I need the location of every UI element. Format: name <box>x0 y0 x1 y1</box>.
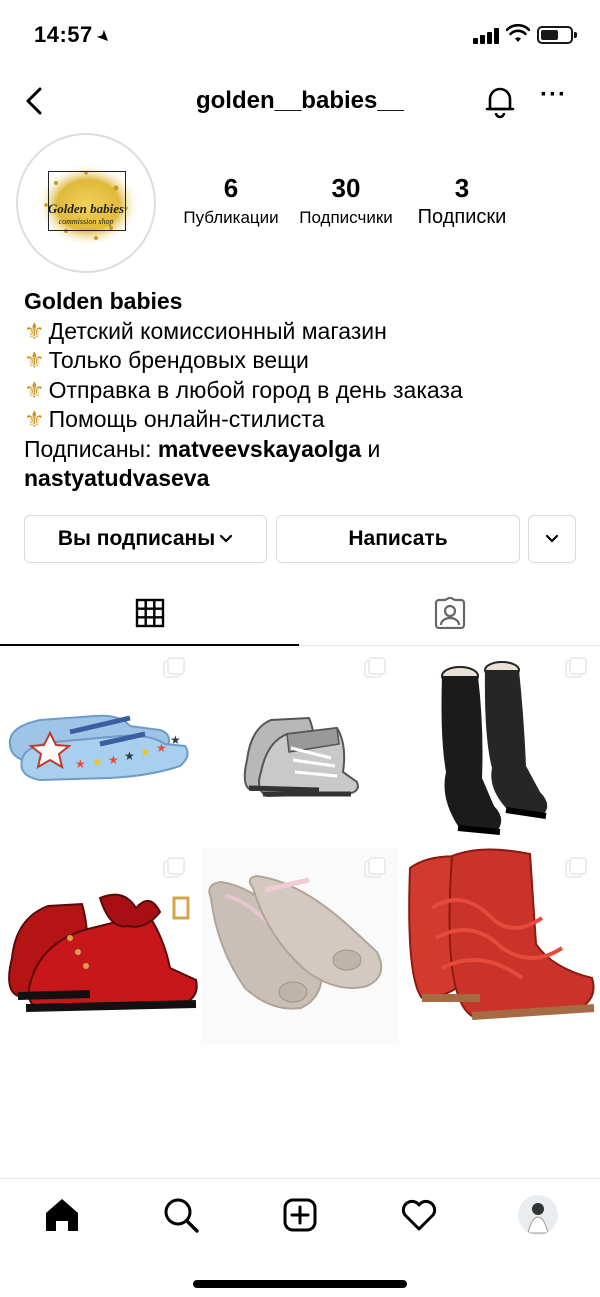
followed-by-and: и <box>361 435 381 462</box>
post-thumbnail[interactable] <box>201 648 399 844</box>
post-thumbnail[interactable] <box>402 648 600 844</box>
followed-by-prefix: Подписаны: <box>24 435 158 462</box>
stat-posts[interactable]: 6 Публикации <box>176 173 286 228</box>
chevron-down-icon <box>220 535 233 544</box>
stat-posts-value: 6 <box>223 173 239 203</box>
heart-icon[interactable] <box>397 1193 441 1237</box>
tagged-person-icon <box>434 597 466 629</box>
profile-stats: 6 Публикации 30 Подписчики 3 Подписки <box>170 173 530 243</box>
cellular-signal-icon <box>473 28 501 44</box>
post-thumbnail[interactable] <box>201 848 399 1044</box>
user-avatar-icon <box>527 1203 549 1234</box>
svg-text:★: ★ <box>170 733 181 747</box>
logo-subtitle: commission shop <box>58 217 114 226</box>
bottom-navigation <box>0 1178 600 1297</box>
fleur-de-lis-icon: ⚜ <box>24 317 45 344</box>
stat-following[interactable]: 3 Подписки <box>406 173 518 229</box>
svg-text:★: ★ <box>92 755 103 769</box>
bio-line: ⚜ Детский комиссионный магазин <box>24 317 584 347</box>
message-button-label: Написать <box>348 527 448 550</box>
post-thumbnail[interactable] <box>0 848 198 1044</box>
stat-followers[interactable]: 30 Подписчики <box>290 173 402 228</box>
status-time-text: 14:57 <box>34 22 93 47</box>
fleur-de-lis-icon: ⚜ <box>24 376 45 403</box>
followed-by-user-link[interactable]: matveevskayaolga <box>158 436 361 462</box>
chevron-down-icon <box>545 535 559 544</box>
bio-line-text: Только брендовых вещи <box>48 347 309 373</box>
profile-tabs <box>0 590 600 646</box>
fleur-de-lis-icon: ⚜ <box>24 347 45 373</box>
multiple-photos-icon <box>364 657 386 678</box>
stat-followers-value: 30 <box>331 173 361 203</box>
following-button-label: Вы подписаны <box>57 527 216 550</box>
profile-display-name: Golden babies <box>24 288 183 314</box>
home-indicator <box>193 1280 407 1288</box>
avatar-image: Golden babies commission shop <box>26 143 146 263</box>
new-post-icon[interactable] <box>278 1193 322 1237</box>
stat-posts-label: Публикации <box>183 208 279 227</box>
stat-following-label: Подписки <box>417 206 507 228</box>
multiple-photos-icon <box>163 857 185 878</box>
svg-text:★: ★ <box>124 749 135 763</box>
bio-line: ⚜ Только брендовых вещи <box>24 346 584 376</box>
post-thumbnail[interactable] <box>402 848 600 1044</box>
message-button[interactable]: Написать <box>276 515 520 563</box>
multiple-photos-icon <box>163 657 185 678</box>
followed-by-user-link[interactable]: nastyatudvaseva <box>24 465 209 491</box>
multiple-photos-icon <box>565 857 587 878</box>
stat-followers-label: Подписчики <box>299 208 393 227</box>
battery-icon <box>537 26 577 44</box>
post-thumbnail[interactable]: ★ ★ ★ ★ ★ ★ ★ <box>0 648 198 844</box>
suggested-accounts-button[interactable] <box>528 515 576 563</box>
profile-bio: Golden babies ⚜ Детский комиссионный мага… <box>24 287 584 494</box>
logo-name: Golden babies <box>47 201 125 216</box>
more-options-button[interactable]: ··· <box>540 83 568 113</box>
fleur-de-lis-icon: ⚜ <box>24 406 45 432</box>
status-bar: 14:57➤ <box>0 0 600 70</box>
svg-text:★: ★ <box>140 745 151 759</box>
svg-text:★: ★ <box>108 753 119 767</box>
multiple-photos-icon <box>364 857 386 878</box>
following-button[interactable]: Вы подписаны <box>24 515 267 563</box>
bio-line-text: Детский комиссионный магазин <box>48 317 387 344</box>
status-time: 14:57➤ <box>34 22 114 48</box>
bio-line-text: Помощь онлайн-стилиста <box>48 406 325 432</box>
posts-grid: ★ ★ ★ ★ ★ ★ ★ <box>0 648 600 1044</box>
home-icon[interactable] <box>40 1193 84 1237</box>
svg-text:★: ★ <box>75 757 86 771</box>
battery-level <box>541 30 558 40</box>
profile-avatar[interactable]: Golden babies commission shop <box>16 133 156 273</box>
stat-following-value: 3 <box>454 173 470 203</box>
bio-line: ⚜ Помощь онлайн-стилиста <box>24 405 584 435</box>
bio-line-text: Отправка в любой город в день заказа <box>48 376 463 403</box>
profile-header: golden__babies__ ··· <box>0 75 600 127</box>
search-icon[interactable] <box>159 1193 203 1237</box>
tab-tagged[interactable] <box>300 590 600 646</box>
multiple-photos-icon <box>565 657 587 678</box>
svg-text:★: ★ <box>156 741 167 755</box>
grid-icon <box>135 598 165 628</box>
wifi-icon <box>506 24 530 42</box>
tab-posts-grid[interactable] <box>0 590 299 646</box>
bio-line: ⚜ Отправка в любой город в день заказа <box>24 376 584 406</box>
followed-by: Подписаны: matveevskayaolga и nastyatudv… <box>24 435 584 494</box>
location-arrow-icon: ➤ <box>92 26 115 49</box>
profile-avatar-tab[interactable] <box>518 1195 558 1235</box>
notification-bell-button[interactable] <box>482 83 518 119</box>
